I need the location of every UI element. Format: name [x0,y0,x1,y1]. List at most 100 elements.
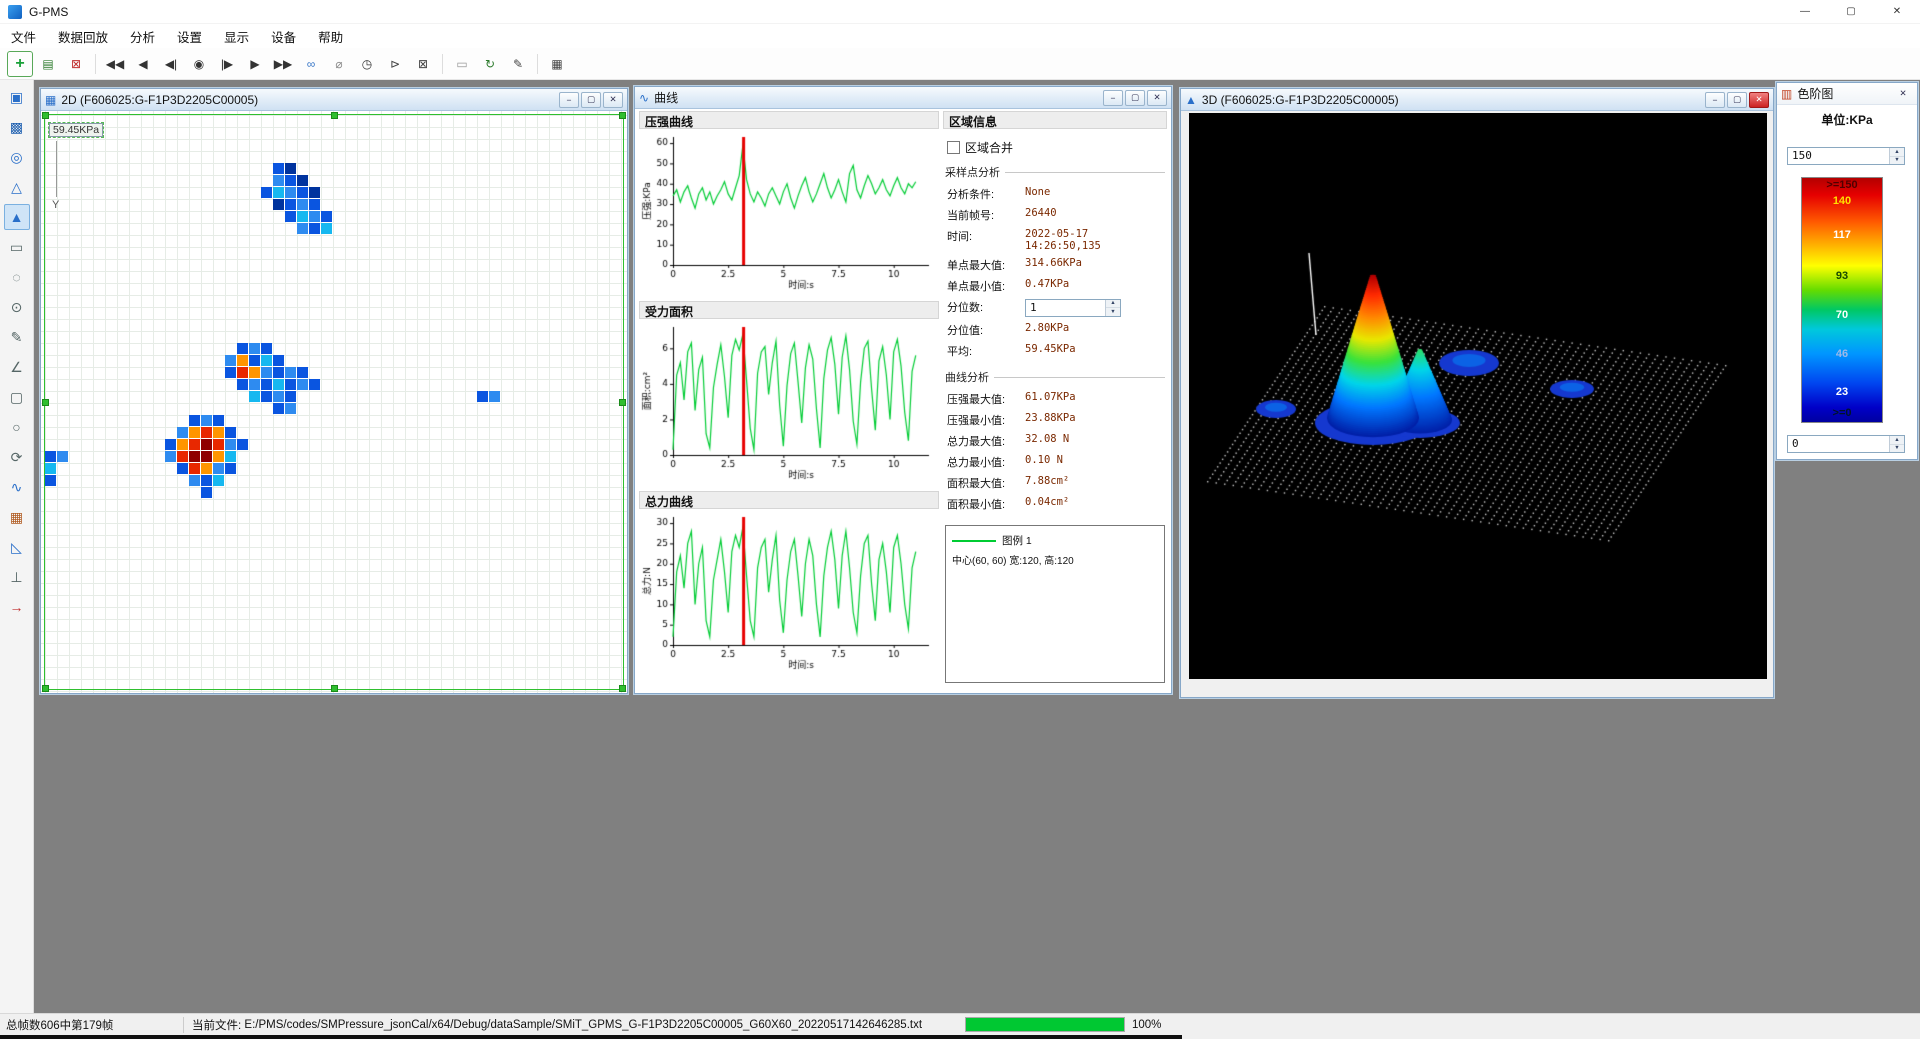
selection-handle[interactable] [619,112,626,119]
colorscale-close-button[interactable]: ✕ [1893,86,1913,102]
spinner-down-icon[interactable]: ▼ [1890,157,1904,165]
spinner-down-icon[interactable]: ▼ [1106,308,1120,316]
spinner-up-icon[interactable]: ▲ [1890,148,1904,157]
new-session-button[interactable]: + [7,51,33,77]
window-3d-close-button[interactable]: ✕ [1749,92,1769,108]
window-3d-maximize-button[interactable]: ▢ [1727,92,1747,108]
menu-data-playback[interactable]: 数据回放 [47,24,119,48]
spinner-down-icon[interactable]: ▼ [1890,445,1904,453]
tool-marker[interactable]: ⊙ [4,294,30,320]
tool-level[interactable]: ⊥ [4,564,30,590]
step-back-button[interactable]: ◀| [158,51,184,77]
selection-handle[interactable] [619,685,626,692]
window-3d-titlebar[interactable]: ▲ 3D (F606025:G-F1P3D2205C00005) − ▢ ✕ [1181,89,1773,111]
selection-handle[interactable] [619,399,626,406]
window-curves-close-button[interactable]: ✕ [1147,90,1167,106]
fast-forward-button[interactable]: ▶▶ [270,51,296,77]
step-forward-button[interactable]: |▶ [214,51,240,77]
window-3d-minimize-button[interactable]: − [1705,92,1725,108]
colorscale-titlebar[interactable]: ▥ 色阶图 ✕ [1777,83,1917,105]
link-button[interactable]: ∞ [298,51,324,77]
tool-2d-map[interactable]: ▣ [4,84,30,110]
selection-rect[interactable] [44,114,624,690]
menu-file[interactable]: 文件 [0,24,47,48]
selection-handle[interactable] [42,399,49,406]
tool-dashed-rect[interactable]: ▢ [4,384,30,410]
pressure-map-2d[interactable]: Y 59.45KPa [41,111,627,693]
selection-handle[interactable] [331,685,338,692]
pressure-cell [165,451,176,462]
record-video-button[interactable]: ⊳ [382,51,408,77]
sample-analysis-rows: 分析条件:None当前帧号:26440时间:2022-05-17 14:26:5… [943,183,1167,296]
menu-settings[interactable]: 设置 [166,24,213,48]
force-chart[interactable] [639,511,937,673]
area-chart[interactable] [639,321,937,483]
unlink-button[interactable]: ⌀ [326,51,352,77]
pressure-cell [297,175,308,186]
pressure-cell [213,475,224,486]
pressure-cell [189,463,200,474]
quantile-spinner[interactable]: 1 ▲ ▼ [1025,299,1121,317]
window-2d-maximize-button[interactable]: ▢ [581,92,601,108]
window-curves-minimize-button[interactable]: − [1103,90,1123,106]
pressure-chart[interactable] [639,131,937,293]
timer-button[interactable]: ◷ [354,51,380,77]
tool-ellipse-select[interactable]: ◌ [4,264,30,290]
tool-triangle-outline[interactable]: △ [4,174,30,200]
pressure-cell [213,463,224,474]
info-row: 面积最大值:7.88cm² [943,472,1167,493]
menu-help[interactable]: 帮助 [307,24,354,48]
info-value: 2.80KPa [1025,322,1163,334]
close-button[interactable]: ✕ [1874,0,1920,24]
window-2d-minimize-button[interactable]: − [559,92,579,108]
spinner-up-icon[interactable]: ▲ [1890,436,1904,445]
tool-triangle-fill[interactable]: ▲ [4,204,30,230]
menu-device[interactable]: 设备 [260,24,307,48]
app-icon [8,5,22,19]
export-file-button[interactable]: ▤ [35,51,61,77]
menu-display[interactable]: 显示 [213,24,260,48]
scale-max-spinner[interactable]: 150 ▲ ▼ [1787,147,1905,165]
pressure-cell [273,391,284,402]
tool-center-point[interactable]: ◎ [4,144,30,170]
legend-line-sample [952,540,996,542]
tool-rect-select[interactable]: ▭ [4,234,30,260]
pressure-cell [201,451,212,462]
refresh-button[interactable]: ↻ [477,51,503,77]
surface-3d-view[interactable] [1189,113,1767,679]
prev-frame-button[interactable]: ◀ [130,51,156,77]
user-config-button[interactable]: ✎ [505,51,531,77]
display-button[interactable]: ▭ [449,51,475,77]
close-file-button[interactable]: ⊠ [63,51,89,77]
selection-handle[interactable] [331,112,338,119]
tool-rotate[interactable]: ⟳ [4,444,30,470]
play-button[interactable]: ▶ [242,51,268,77]
window-2d-close-button[interactable]: ✕ [603,92,623,108]
tool-grid-map[interactable]: ▦ [4,504,30,530]
window-curves-maximize-button[interactable]: ▢ [1125,90,1145,106]
calendar-button[interactable]: ▦ [544,51,570,77]
pressure-cell [261,391,272,402]
spinner-up-icon[interactable]: ▲ [1106,300,1120,309]
tool-3d-map[interactable]: ▩ [4,114,30,140]
selection-handle[interactable] [42,685,49,692]
window-curves-titlebar[interactable]: ∿ 曲线 − ▢ ✕ [635,87,1171,109]
window-2d-titlebar[interactable]: ▦ 2D (F606025:G-F1P3D2205C00005) − ▢ ✕ [41,89,627,111]
selection-handle[interactable] [42,112,49,119]
tool-lasso[interactable]: ○ [4,414,30,440]
tool-angle[interactable]: ∠ [4,354,30,380]
y-axis-line [56,141,57,197]
tool-pen[interactable]: ✎ [4,324,30,350]
stop-button[interactable]: ◉ [186,51,212,77]
scale-min-spinner[interactable]: 0 ▲ ▼ [1787,435,1905,453]
stop-video-button[interactable]: ⊠ [410,51,436,77]
tool-wave-chart[interactable]: ∿ [4,474,30,500]
seek-start-button[interactable]: ◀◀ [102,51,128,77]
info-value: 61.07KPa [1025,391,1163,403]
menu-analysis[interactable]: 分析 [119,24,166,48]
tool-export[interactable]: → [4,594,30,620]
tool-trend-chart[interactable]: ◺ [4,534,30,560]
region-merge-checkbox[interactable] [947,141,960,154]
minimize-button[interactable]: — [1782,0,1828,24]
maximize-button[interactable]: ▢ [1828,0,1874,24]
